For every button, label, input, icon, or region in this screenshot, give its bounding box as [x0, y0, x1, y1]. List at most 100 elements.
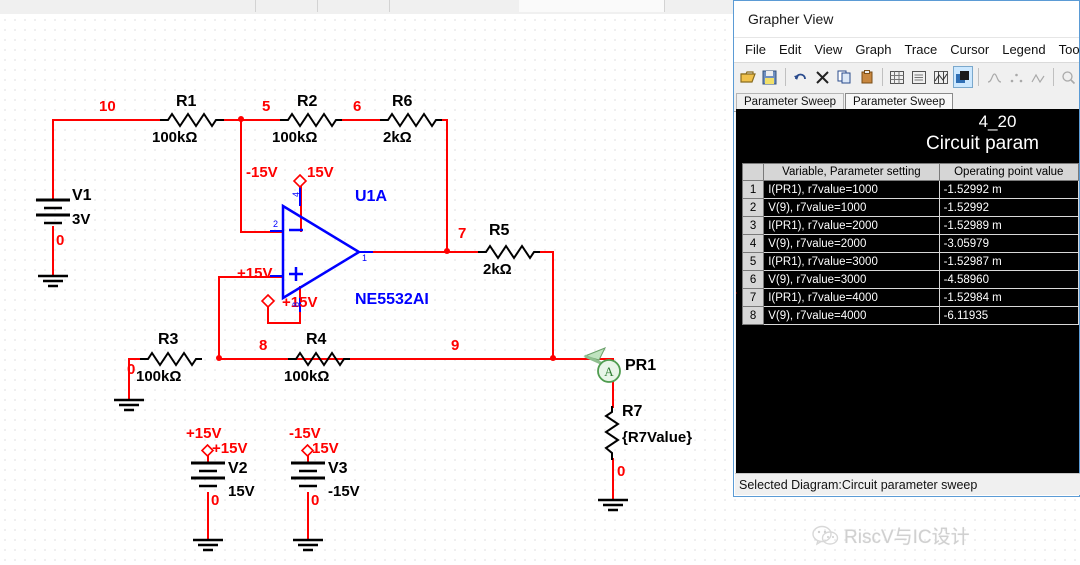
toolbar-group-4[interactable] — [389, 0, 520, 12]
row-value: -4.58960 — [938, 270, 1079, 289]
rail-tag-bottom-icon[interactable] — [260, 293, 276, 309]
row-number: 7 — [741, 288, 765, 307]
zoom-icon[interactable] — [1059, 66, 1079, 88]
cursors-icon[interactable] — [931, 66, 951, 88]
selected-row-marker-icon — [736, 288, 737, 298]
plot-title-line1: 4_20 — [978, 112, 1017, 131]
wire-n10-horizontal — [52, 119, 160, 121]
table-row[interactable]: 5 I(PR1), r7value=3000 -1.52987 m — [741, 252, 1079, 271]
table-row[interactable]: 1 I(PR1), r7value=1000 -1.52992 m — [741, 180, 1079, 199]
menu-legend[interactable]: Legend — [1002, 38, 1045, 62]
ground-r3-symbol[interactable] — [113, 398, 145, 414]
toolbar-group-1[interactable] — [0, 0, 256, 12]
row-variable: V(9), r7value=1000 — [763, 198, 940, 217]
opamp-ref-label: U1A — [355, 188, 388, 205]
toolbar-group-3[interactable] — [317, 0, 390, 12]
chart-properties-icon[interactable] — [953, 66, 974, 88]
current-probe-pr1-icon[interactable]: A — [583, 344, 631, 386]
undo-icon[interactable] — [791, 66, 811, 88]
legend-icon[interactable] — [909, 66, 929, 88]
paste-icon[interactable] — [857, 66, 877, 88]
ground-v3-symbol[interactable] — [292, 538, 324, 554]
node-label-gnd-v1: 0 — [56, 232, 65, 249]
toolbar-group-2[interactable] — [255, 0, 318, 12]
component-value-r3: 100kΩ — [136, 368, 182, 385]
component-ref-r2: R2 — [297, 93, 318, 110]
wire-n7-to-r5 — [448, 251, 480, 253]
row-number: 3 — [741, 216, 765, 235]
component-value-r4: 100kΩ — [284, 368, 330, 385]
component-ref-v3: V3 — [328, 460, 348, 477]
resistor-r7-symbol[interactable] — [603, 406, 623, 460]
node-label-8: 8 — [259, 337, 268, 354]
table-col-rownum — [741, 163, 765, 181]
resistor-r6-symbol[interactable] — [380, 110, 442, 130]
resistor-r5-symbol[interactable] — [478, 242, 540, 262]
probe-label-pr1: PR1 — [625, 357, 657, 374]
row-number: 6 — [741, 270, 765, 289]
opamp-pin-number-vneg: 8 — [291, 301, 302, 308]
row-value: -1.52987 m — [938, 252, 1079, 271]
component-ref-v1: V1 — [72, 187, 92, 204]
wire-r2-to-n6 — [340, 119, 382, 121]
grapher-toolbar[interactable] — [734, 62, 1079, 91]
menu-tools[interactable]: Tool — [1059, 38, 1080, 62]
trace-points-icon[interactable] — [1006, 66, 1026, 88]
resistor-r4-symbol[interactable] — [288, 349, 350, 369]
menu-graph[interactable]: Graph — [855, 38, 891, 62]
menu-edit[interactable]: Edit — [779, 38, 801, 62]
trace-multi-icon[interactable] — [1028, 66, 1048, 88]
results-table[interactable]: Variable, Parameter setting Operating po… — [741, 163, 1079, 325]
grapher-window[interactable]: Grapher View File Edit View Graph Trace … — [733, 0, 1080, 497]
grapher-menubar[interactable]: File Edit View Graph Trace Cursor Legend… — [734, 37, 1080, 62]
opamp-pin-number-out: 1 — [362, 253, 368, 263]
battery-v2-symbol[interactable] — [189, 460, 227, 492]
rail-tag-top-icon[interactable] — [292, 173, 308, 189]
open-icon[interactable] — [738, 66, 758, 88]
copy-icon[interactable] — [835, 66, 855, 88]
wire-r7-to-gnd — [612, 458, 614, 500]
row-number: 8 — [741, 306, 765, 325]
node-label-10: 10 — [99, 98, 116, 115]
battery-v3-symbol[interactable] — [289, 460, 327, 492]
resistor-r1-symbol[interactable] — [160, 110, 224, 130]
menu-cursor[interactable]: Cursor — [950, 38, 989, 62]
opamp-u1a-symbol[interactable] — [281, 203, 362, 301]
ground-v1-symbol[interactable] — [37, 274, 69, 290]
table-row[interactable]: 7 I(PR1), r7value=4000 -1.52984 m — [741, 288, 1079, 307]
toolbar-group-5[interactable] — [519, 0, 665, 12]
component-ref-r7: R7 — [622, 403, 643, 420]
component-value-v3: -15V — [328, 483, 360, 500]
trace-peak-icon[interactable] — [984, 66, 1004, 88]
table-row[interactable]: 8 V(9), r7value=4000 -6.11935 — [741, 306, 1079, 325]
battery-v1-symbol[interactable] — [34, 197, 72, 229]
wire-n5-down — [240, 119, 242, 233]
menu-view[interactable]: View — [814, 38, 842, 62]
rail-label-pos15-noninv: +15V — [237, 265, 273, 282]
resistor-r3-symbol[interactable] — [140, 349, 202, 369]
row-number: 1 — [741, 180, 765, 199]
grapher-plot-area[interactable]: 4_20 Circuit param Variable, Parameter s… — [736, 109, 1079, 488]
row-value: -3.05979 — [938, 234, 1079, 253]
ground-r7-symbol[interactable] — [597, 498, 629, 514]
wire-n5-to-r2 — [240, 119, 282, 121]
grapher-titlebar: Grapher View — [734, 1, 1079, 37]
plot-title-line2: Circuit param — [926, 133, 1039, 154]
menu-trace[interactable]: Trace — [904, 38, 937, 62]
ground-v2-symbol[interactable] — [192, 538, 224, 554]
delete-icon[interactable] — [813, 66, 833, 88]
table-row-marked[interactable]: 6 V(9), r7value=3000 -4.58960 — [741, 270, 1079, 289]
table-col-variable: Variable, Parameter setting — [763, 163, 940, 181]
menu-file[interactable]: File — [745, 38, 766, 62]
wechat-icon — [812, 525, 839, 546]
table-row[interactable]: 3 I(PR1), r7value=2000 -1.52989 m — [741, 216, 1079, 235]
resistor-r2-symbol[interactable] — [280, 110, 342, 130]
component-ref-r3: R3 — [158, 331, 179, 348]
grid-icon[interactable] — [887, 66, 907, 88]
wire-n7-vertical — [446, 119, 448, 253]
node-label-9: 9 — [451, 337, 460, 354]
table-row[interactable]: 2 V(9), r7value=1000 -1.52992 — [741, 198, 1079, 217]
table-row[interactable]: 4 V(9), r7value=2000 -3.05979 — [741, 234, 1079, 253]
component-ref-r4: R4 — [306, 331, 327, 348]
save-icon[interactable] — [760, 66, 780, 88]
